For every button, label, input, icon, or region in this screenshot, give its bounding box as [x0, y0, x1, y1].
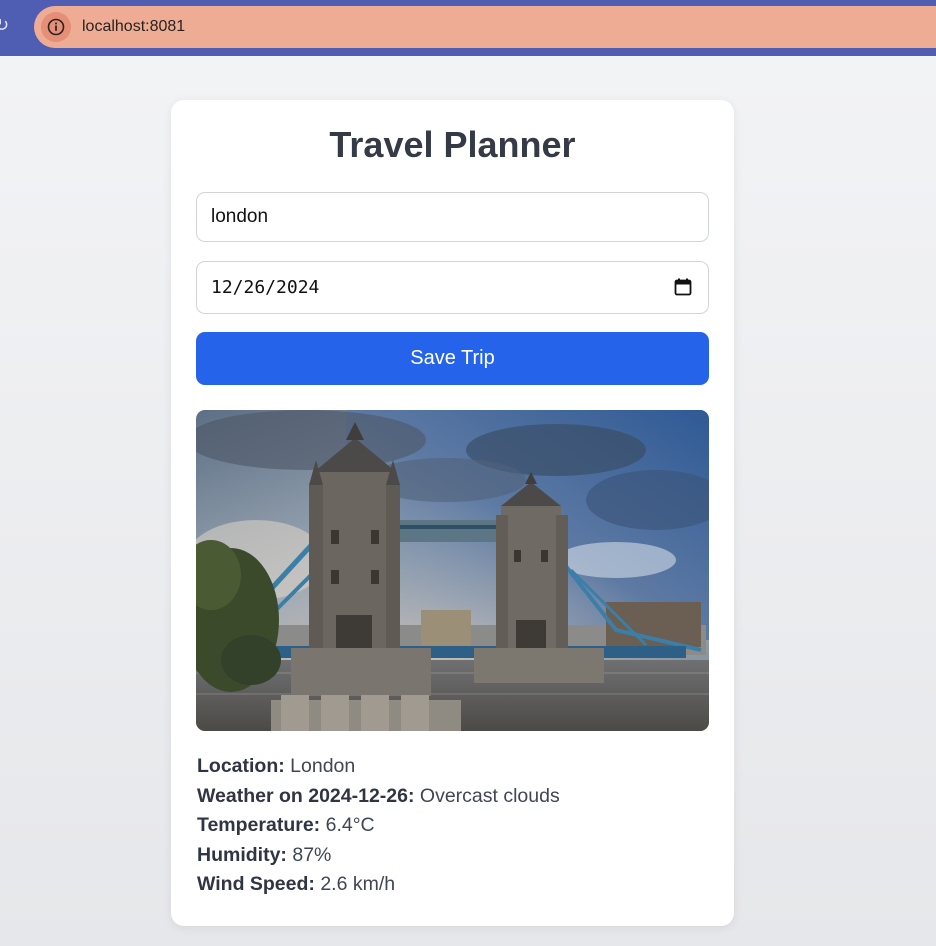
- destination-photo: [196, 410, 709, 731]
- save-trip-button[interactable]: Save Trip: [196, 332, 709, 385]
- location-value: London: [290, 755, 356, 777]
- wind-speed-row: Wind Speed: 2.6 km/h: [197, 870, 560, 900]
- date-input-value: 12/26/2024: [211, 277, 320, 298]
- wind-speed-label: Wind Speed:: [197, 873, 315, 895]
- reload-icon[interactable]: ↻: [0, 14, 14, 38]
- page-title: Travel Planner: [329, 124, 576, 165]
- weather-row: Weather on 2024-12-26: Overcast clouds: [197, 782, 560, 812]
- humidity-value: 87%: [292, 843, 332, 866]
- address-bar[interactable]: localhost:8081: [34, 6, 936, 48]
- temperature-row: Temperature: 6.4°C: [197, 811, 560, 841]
- browser-toolbar: ↻ localhost:8081: [0, 0, 936, 56]
- humidity-row: Humidity: 87%: [197, 841, 560, 871]
- city-input-value: london: [211, 206, 269, 227]
- travel-planner-card: Travel Planner london 12/26/2024 Save Tr…: [171, 100, 734, 926]
- location-row: Location: London: [197, 752, 560, 782]
- info-icon[interactable]: [41, 12, 71, 42]
- calendar-icon[interactable]: [674, 278, 692, 296]
- date-input[interactable]: 12/26/2024: [196, 261, 709, 314]
- city-input[interactable]: london: [196, 192, 709, 242]
- trip-details: Location: London Weather on 2024-12-26: …: [197, 752, 560, 900]
- location-label: Location:: [197, 755, 285, 777]
- weather-label: Weather on 2024-12-26:: [197, 784, 415, 807]
- humidity-label: Humidity:: [197, 843, 287, 866]
- url-text: localhost:8081: [82, 18, 186, 35]
- wind-speed-value: 2.6 km/h: [320, 873, 396, 895]
- temperature-label: Temperature:: [197, 814, 321, 836]
- temperature-value: 6.4°C: [325, 814, 375, 836]
- weather-value: Overcast clouds: [419, 784, 560, 807]
